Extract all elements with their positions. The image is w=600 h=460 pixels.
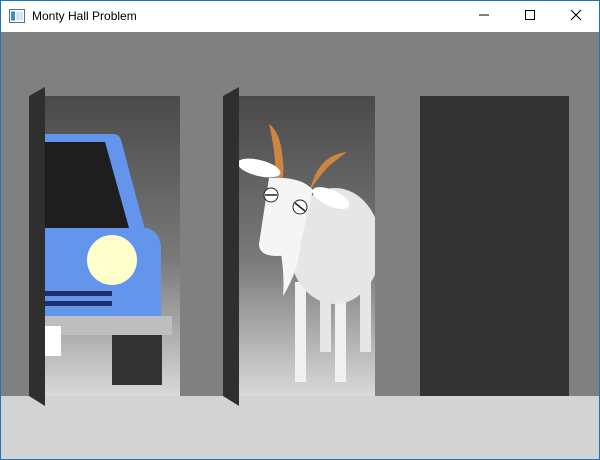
game-scene bbox=[1, 32, 599, 459]
floor bbox=[1, 396, 599, 459]
door-1[interactable] bbox=[31, 96, 180, 396]
app-window: Monty Hall Problem bbox=[0, 0, 600, 460]
door-2-panel[interactable] bbox=[223, 87, 239, 406]
headlight bbox=[87, 235, 137, 285]
close-button[interactable] bbox=[553, 1, 599, 32]
door-3[interactable] bbox=[420, 96, 569, 396]
license-plate bbox=[45, 326, 61, 356]
close-icon bbox=[570, 8, 582, 26]
app-window-icon bbox=[9, 9, 25, 23]
maximize-icon bbox=[524, 8, 536, 26]
minimize-button[interactable] bbox=[461, 1, 507, 32]
maximize-button[interactable] bbox=[507, 1, 553, 32]
wheel bbox=[112, 335, 162, 385]
minimize-icon bbox=[478, 8, 490, 26]
door-2[interactable] bbox=[236, 96, 381, 396]
title-bar[interactable]: Monty Hall Problem bbox=[1, 1, 599, 32]
window-title: Monty Hall Problem bbox=[32, 9, 137, 23]
door-1-panel[interactable] bbox=[29, 87, 45, 406]
